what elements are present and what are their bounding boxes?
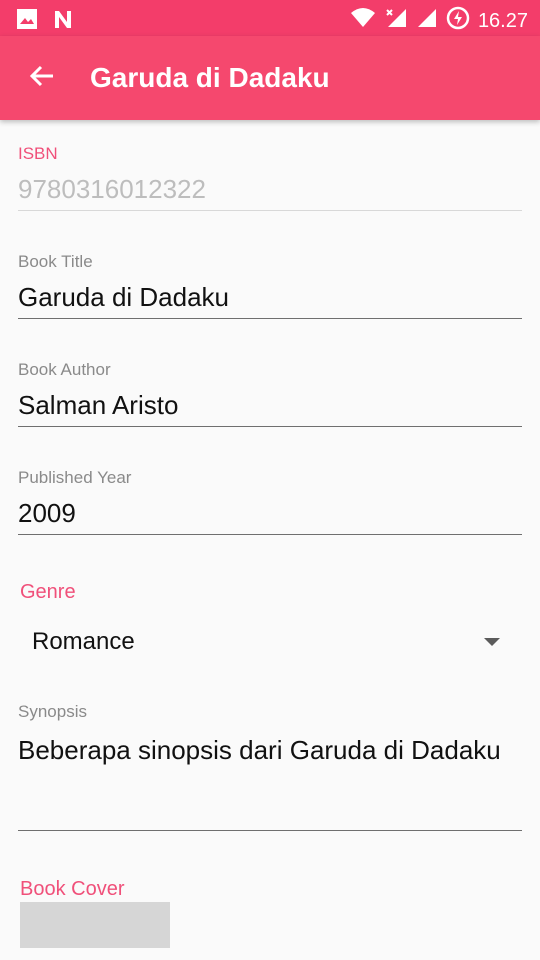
isbn-field: ISBN 9780316012322 — [18, 144, 522, 211]
published-year-field[interactable]: Published Year 2009 — [18, 468, 522, 535]
back-button[interactable] — [24, 60, 60, 96]
clock: 16.27 — [477, 9, 528, 32]
book-author-input[interactable]: Salman Aristo — [18, 390, 522, 420]
published-year-input[interactable]: 2009 — [18, 498, 522, 528]
status-bar: 16.27 — [0, 0, 540, 36]
signal-icon — [416, 7, 438, 34]
battery-saver-icon — [446, 6, 470, 35]
app-bar: Garuda di Dadaku — [0, 36, 540, 120]
isbn-underline — [18, 210, 522, 211]
arrow-back-icon — [29, 63, 55, 94]
genre-dropdown[interactable]: Romance — [18, 614, 522, 670]
synopsis-input[interactable]: Beberapa sinopsis dari Garuda di Dadaku — [18, 732, 522, 824]
published-year-label: Published Year — [18, 468, 132, 487]
book-cover-label: Book Cover — [20, 878, 125, 900]
book-author-label: Book Author — [18, 360, 111, 379]
genre-selected-value: Romance — [32, 628, 135, 655]
isbn-label: ISBN — [18, 144, 58, 163]
synopsis-label: Synopsis — [18, 702, 87, 721]
book-title-field[interactable]: Book Title Garuda di Dadaku — [18, 252, 522, 319]
published-year-underline — [18, 534, 522, 535]
synopsis-field[interactable]: Synopsis Beberapa sinopsis dari Garuda d… — [18, 702, 522, 831]
wifi-icon — [350, 7, 376, 34]
book-title-underline — [18, 318, 522, 319]
n-notification-icon — [52, 8, 74, 35]
page-title: Garuda di Dadaku — [90, 62, 330, 93]
book-title-label: Book Title — [18, 252, 93, 271]
signal-x-icon — [384, 7, 408, 34]
book-cover-image[interactable] — [20, 902, 170, 948]
isbn-value: 9780316012322 — [18, 174, 206, 204]
image-icon — [16, 8, 38, 35]
book-author-underline — [18, 426, 522, 427]
book-title-input[interactable]: Garuda di Dadaku — [18, 282, 522, 312]
genre-label: Genre — [20, 581, 76, 603]
synopsis-underline — [18, 830, 522, 831]
book-author-field[interactable]: Book Author Salman Aristo — [18, 360, 522, 427]
dropdown-arrow-icon — [484, 638, 500, 646]
